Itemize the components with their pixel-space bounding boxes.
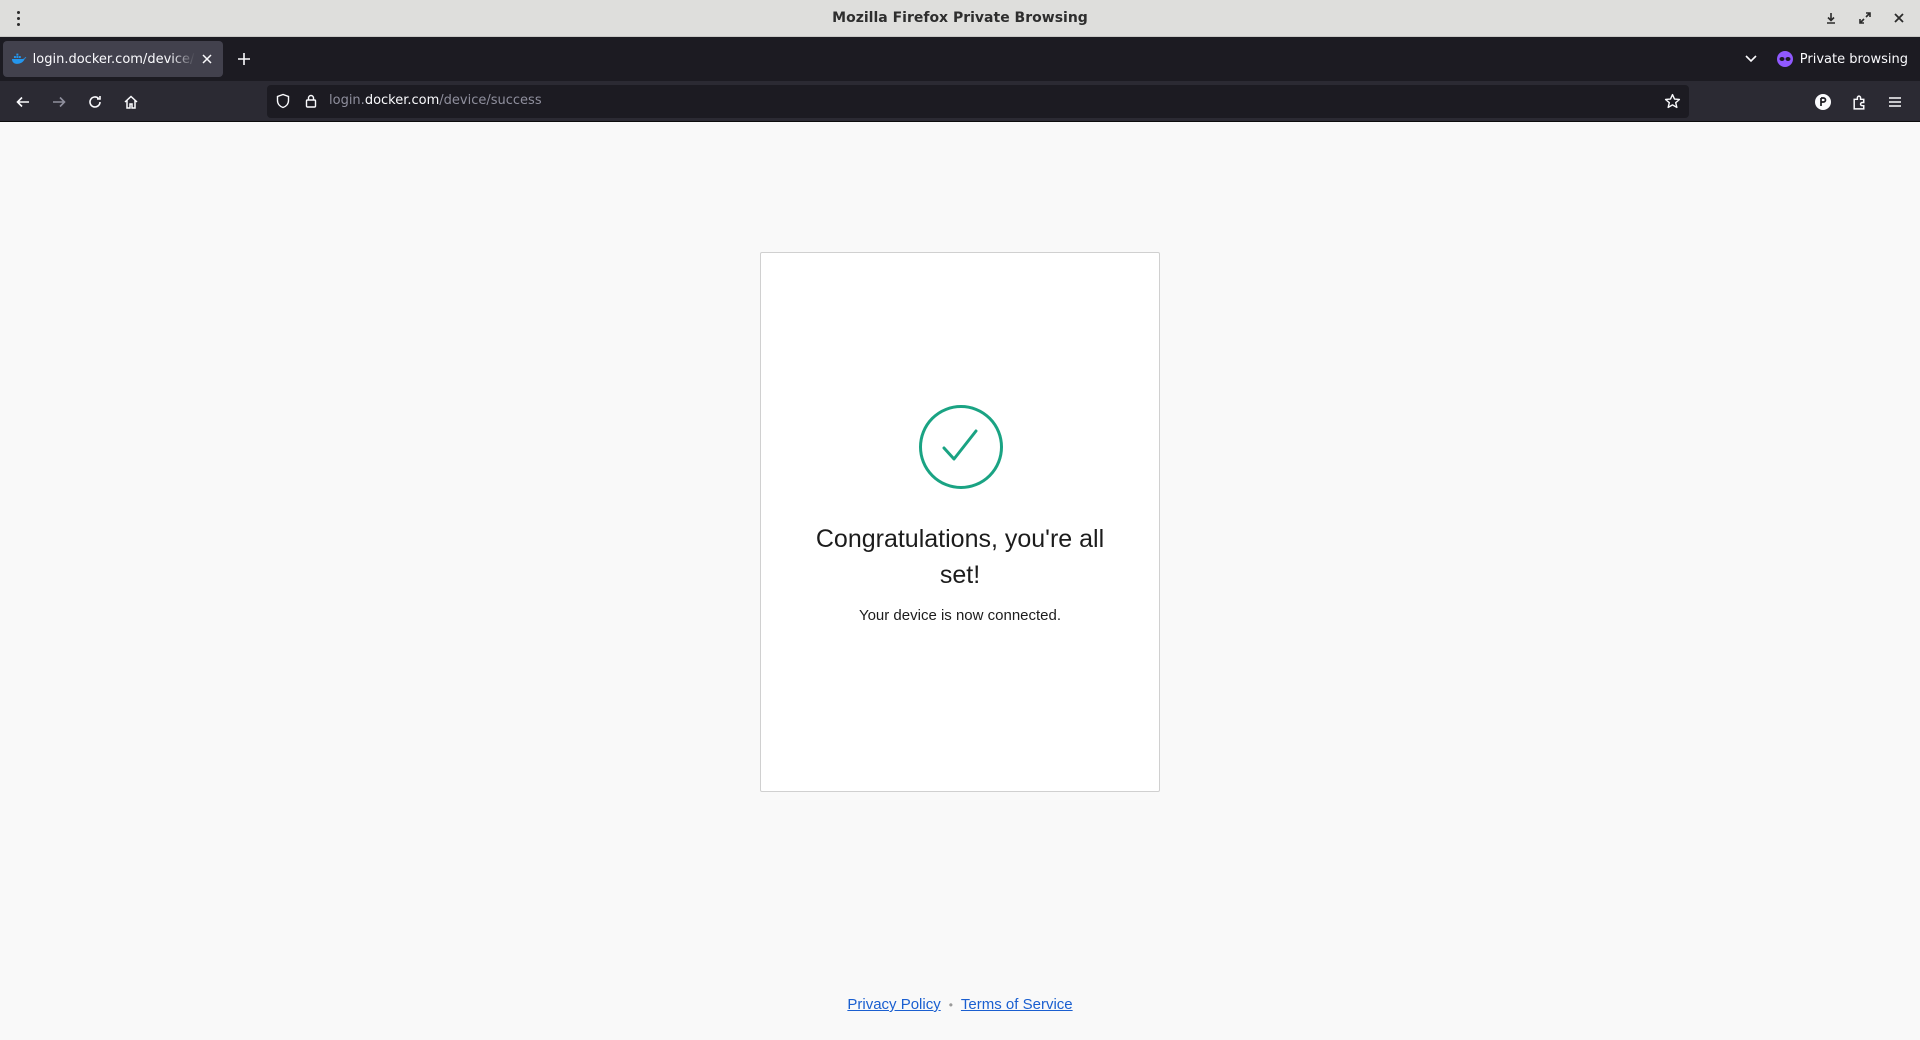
private-browsing-label: Private browsing	[1799, 51, 1908, 67]
url-text[interactable]: login.docker.com/device/success	[329, 93, 542, 108]
footer-separator: •	[948, 998, 953, 1012]
list-all-tabs-icon[interactable]	[1744, 50, 1758, 69]
private-browsing-indicator: Private browsing	[1776, 50, 1908, 68]
success-card: Congratulations, you're all set! Your de…	[760, 252, 1160, 792]
page-content: Congratulations, you're all set! Your de…	[0, 122, 1920, 1040]
tab-title: login.docker.com/device/success	[32, 51, 196, 67]
success-check-icon	[919, 405, 1003, 489]
page-footer: Privacy Policy • Terms of Service	[0, 996, 1920, 1013]
shield-icon[interactable]	[275, 93, 291, 109]
url-path: /device/success	[439, 93, 542, 108]
url-bar[interactable]: login.docker.com/device/success	[267, 85, 1689, 118]
title-bar: Mozilla Firefox Private Browsing	[0, 0, 1920, 37]
lock-icon[interactable]	[303, 93, 319, 109]
hamburger-menu-icon[interactable]	[1882, 89, 1908, 115]
home-icon[interactable]	[118, 89, 144, 115]
navigation-toolbar: login.docker.com/device/success	[0, 81, 1920, 122]
extensions-icon[interactable]	[1846, 89, 1872, 115]
success-heading: Congratulations, you're all set!	[815, 525, 1105, 589]
download-icon[interactable]	[1818, 6, 1844, 30]
tab-docker-login[interactable]: login.docker.com/device/success	[3, 41, 223, 77]
tab-strip: login.docker.com/device/success Private …	[0, 37, 1920, 81]
restore-icon[interactable]	[1852, 6, 1878, 30]
close-icon[interactable]	[1886, 6, 1912, 30]
star-icon[interactable]	[1664, 93, 1681, 110]
url-domain: docker.com	[364, 93, 440, 108]
window-controls	[1818, 6, 1912, 30]
tab-close-icon[interactable]	[199, 51, 215, 67]
privacy-policy-link[interactable]: Privacy Policy	[847, 996, 940, 1013]
success-subtext: Your device is now connected.	[858, 607, 1062, 624]
private-mask-icon	[1776, 51, 1793, 67]
url-prefix: login.	[329, 93, 365, 108]
window-title: Mozilla Firefox Private Browsing	[832, 10, 1088, 26]
forward-arrow-icon[interactable]	[46, 89, 72, 115]
account-icon[interactable]	[1810, 89, 1836, 115]
terms-of-service-link[interactable]: Terms of Service	[961, 996, 1073, 1013]
new-tab-icon[interactable]	[234, 49, 254, 69]
reload-icon[interactable]	[82, 89, 108, 115]
tabstrip-right: Private browsing	[1744, 37, 1908, 81]
browser-window: Mozilla Firefox Private Browsing login.d…	[0, 0, 1920, 1040]
back-arrow-icon[interactable]	[10, 89, 36, 115]
docker-favicon-icon	[11, 53, 27, 64]
